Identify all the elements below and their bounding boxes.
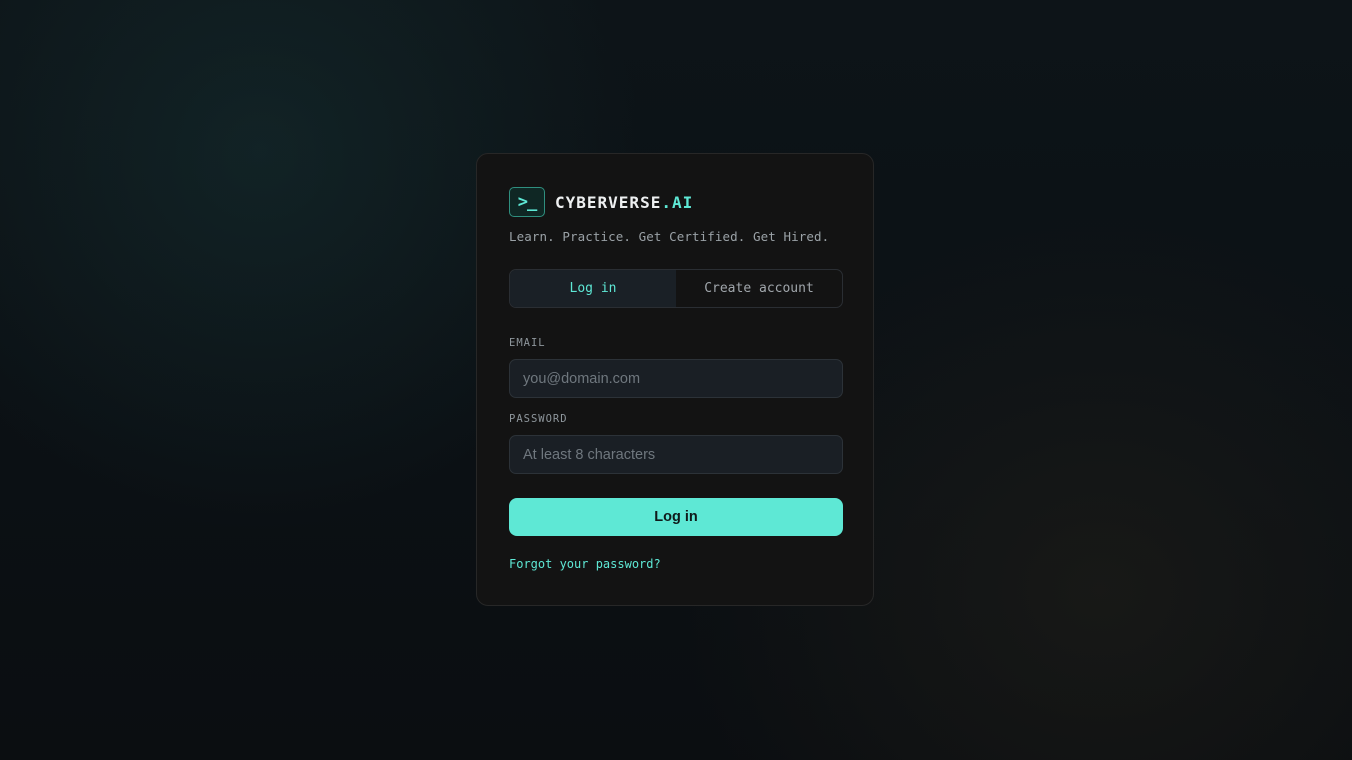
terminal-logo-icon: >_	[509, 187, 545, 217]
brand-name-suffix: .AI	[661, 192, 694, 212]
tab-log-in[interactable]: Log in	[510, 270, 676, 307]
password-field[interactable]	[509, 435, 843, 474]
password-label: PASSWORD	[509, 413, 568, 425]
log-in-button[interactable]: Log in	[509, 498, 843, 536]
tab-create-account[interactable]: Create account	[676, 270, 842, 307]
forgot-password-link[interactable]: Forgot your password?	[509, 557, 661, 571]
email-label: EMAIL	[509, 337, 546, 349]
email-field[interactable]	[509, 359, 843, 398]
auth-tabs: Log in Create account	[509, 269, 843, 308]
brand-header: >_ CYBERVERSE.AI	[509, 186, 841, 218]
brand-name-main: CYBERVERSE	[555, 192, 662, 212]
tagline: Learn. Practice. Get Certified. Get Hire…	[509, 229, 830, 244]
brand-name: CYBERVERSE.AI	[555, 193, 693, 212]
login-card: >_ CYBERVERSE.AI Learn. Practice. Get Ce…	[476, 153, 874, 606]
